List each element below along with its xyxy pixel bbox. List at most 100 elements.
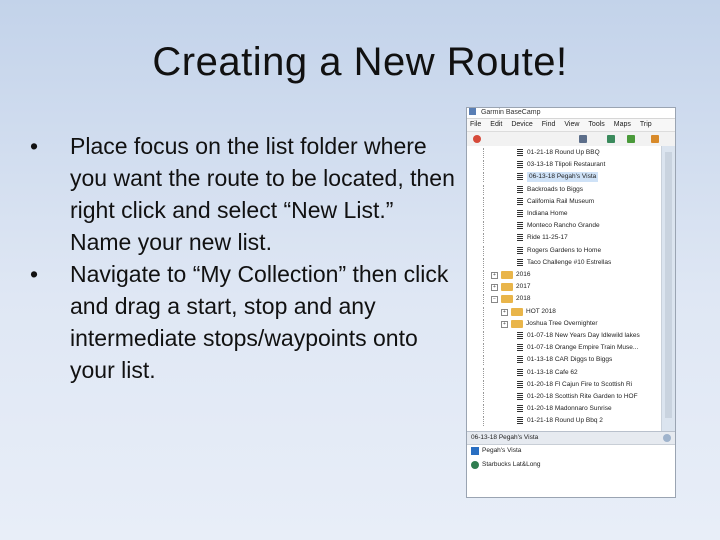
menu-file[interactable]: File [467, 119, 487, 131]
route-icon [517, 344, 523, 353]
tree-route-item[interactable]: Ride 11-25-17 [467, 233, 661, 244]
tree-item-label: 01-20-18 Fl Cajun Fire to Scottish Ri [527, 380, 633, 388]
settings-icon[interactable] [663, 434, 671, 442]
expand-toggle-icon[interactable]: + [491, 272, 498, 279]
tree-item-label: 01-07-18 Orange Empire Train Muse... [527, 344, 639, 352]
route-stop-label: Starbucks Lat&Long [482, 461, 541, 468]
tree-guide-line [483, 355, 485, 366]
tree-item-label: 01-21-18 Round Up BBQ [527, 149, 600, 156]
tree-route-item[interactable]: Monteco Rancho Grande [467, 221, 661, 232]
route-icon [517, 356, 523, 365]
slide-title: Creating a New Route! [152, 40, 568, 84]
tree-item-label: 03-13-18 Tlipoli Restaurant [527, 161, 606, 169]
tree-guide-line [483, 367, 485, 378]
menu-find[interactable]: Find [539, 119, 562, 131]
tree-item-label: 2016 [516, 271, 531, 278]
lock-icon[interactable] [579, 135, 587, 143]
tree-route-item[interactable]: California Rail Museum [467, 196, 661, 207]
route-icon [517, 210, 523, 218]
route-icon [517, 258, 523, 267]
tree-folder-item[interactable]: + Joshua Tree Overnighter [467, 318, 661, 329]
tree-folder-item[interactable]: + HOT 2018 [467, 306, 661, 317]
route-icon [517, 149, 523, 157]
tree-guide-line [483, 196, 485, 207]
route-stop-item[interactable]: Starbucks Lat&Long [467, 459, 675, 471]
bullet-item: • Place focus on the list folder where y… [30, 130, 455, 258]
tree-item-label: 2017 [516, 283, 531, 291]
pencil-icon[interactable] [651, 135, 659, 143]
tree-item-label: Monteco Rancho Grande [527, 222, 600, 230]
tree-route-item[interactable]: 01-21-18 Round Up BBQ [467, 148, 661, 158]
route-icon [517, 393, 523, 401]
tree-guide-line [483, 270, 485, 280]
expand-toggle-icon[interactable]: + [491, 284, 498, 292]
tree-route-item[interactable]: Indiana Home [467, 209, 661, 219]
tree-item-label: 01-20-18 Madonnaro Sunrise [527, 405, 612, 413]
tree-item-label: 01-21-18 Round Up Bbq 2 [527, 417, 603, 425]
tree-guide-line [483, 294, 485, 305]
tree-item-label: Ride 11-25-17 [527, 234, 568, 242]
tree-route-item[interactable]: 01-07-18 Orange Empire Train Muse... [467, 343, 661, 354]
tree-guide-line [483, 318, 485, 329]
menu-maps[interactable]: Maps [611, 119, 637, 131]
tree-route-item[interactable]: Taco Challenge #10 Estrellas [467, 257, 661, 268]
route-icon [517, 197, 523, 206]
library-tree[interactable]: 01-21-18 Round Up BBQ 03-13-18 Tlipoli Re… [467, 146, 661, 431]
menu-view[interactable]: View [561, 119, 585, 131]
bullet-item: • Navigate to “My Collection” then click… [30, 258, 455, 386]
route-icon [517, 185, 523, 194]
folder-icon [501, 295, 513, 304]
tree-guide-line [483, 160, 485, 171]
tree-item-label: 01-20-18 Scottish Rite Garden to HOF [527, 393, 638, 400]
expand-toggle-icon[interactable]: + [501, 320, 508, 328]
tree-route-item[interactable]: 01-20-18 Fl Cajun Fire to Scottish Ri [467, 379, 661, 390]
tree-scrollbar[interactable] [661, 146, 675, 431]
menu-edit[interactable]: Edit [487, 119, 508, 131]
route-icon [517, 222, 523, 231]
tree-folder-item[interactable]: − 2018 [467, 294, 661, 305]
folder-icon [501, 283, 513, 292]
tree-guide-line [483, 184, 485, 195]
tree-guide-line [483, 331, 485, 341]
basecamp-screenshot: Garmin BaseCamp File Edit Device Find View To… [466, 107, 676, 498]
route-panel-header: 06-13-18 Pegah's Vista [467, 431, 675, 445]
tree-route-item[interactable]: 03-13-18 Tlipoli Restaurant [467, 160, 661, 171]
menu-trip[interactable]: Trip [637, 119, 658, 131]
no-icon[interactable] [473, 135, 481, 143]
expand-toggle-icon[interactable]: + [501, 308, 508, 316]
tree-folder-item[interactable]: +2016 [467, 270, 661, 280]
tree-route-item[interactable]: 06-13-18 Pegah's Vista [467, 172, 661, 183]
bullet-text: Place focus on the list folder where you… [70, 133, 455, 255]
bullet-list: • Place focus on the list folder where y… [30, 130, 455, 386]
route-stop-label: Pegah's Vista [482, 447, 522, 454]
tree-route-item[interactable]: 01-13-18 Cafe 62 [467, 367, 661, 378]
menu-device[interactable]: Device [508, 119, 538, 131]
route-stop-item[interactable]: Pegah's Vista [467, 445, 675, 457]
route-icon [517, 173, 523, 182]
tree-route-item[interactable]: 01-07-18 New Years Day Idlewild lakes [467, 331, 661, 341]
tree-item-label: 01-13-18 CAR Diggs to Biggs [527, 356, 613, 364]
route-icon [517, 332, 523, 340]
tree-route-item[interactable]: Rogers Gardens to Home [467, 245, 661, 256]
tree-route-item[interactable]: 01-20-18 Scottish Rite Garden to HOF [467, 392, 661, 402]
tree-guide-line [483, 148, 485, 158]
tree-icon[interactable] [627, 135, 635, 143]
route-icon [517, 161, 523, 170]
tree-item-label: Taco Challenge #10 Estrellas [527, 258, 612, 266]
tree-item-label: 01-13-18 Cafe 62 [527, 368, 578, 376]
coffee-icon [471, 461, 479, 469]
map-icon[interactable] [607, 135, 615, 143]
tree-guide-line [483, 245, 485, 256]
scrollbar-thumb[interactable] [665, 152, 672, 418]
tree-route-item[interactable]: 01-20-18 Madonnaro Sunrise [467, 404, 661, 415]
folder-icon [501, 271, 513, 279]
route-icon [517, 234, 523, 243]
tree-item-label: Rogers Gardens to Home [527, 246, 602, 254]
tree-route-item[interactable]: Backroads to Biggs [467, 184, 661, 195]
tree-guide-line [483, 306, 485, 317]
tree-route-item[interactable]: 01-13-18 CAR Diggs to Biggs [467, 355, 661, 366]
expand-toggle-icon[interactable]: − [491, 296, 498, 304]
tree-route-item[interactable]: 01-21-18 Round Up Bbq 2 [467, 416, 661, 427]
tree-folder-item[interactable]: +2017 [467, 282, 661, 293]
menu-tools[interactable]: Tools [585, 119, 610, 131]
